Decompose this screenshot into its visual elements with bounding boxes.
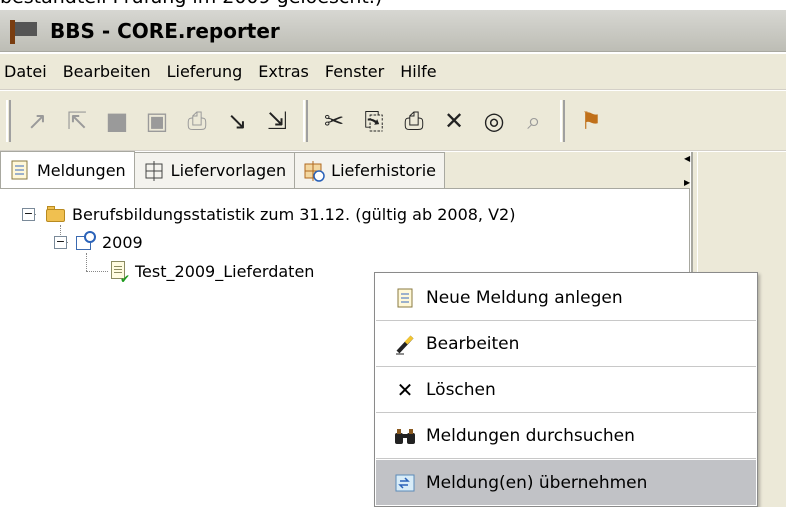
- toolbar-separator-2: [560, 99, 565, 142]
- tree-node-root[interactable]: − Berufsbildungsstatistik zum 31.12. (gü…: [22, 200, 515, 228]
- new-document-icon: [392, 285, 418, 311]
- document-check-icon: ✔: [108, 260, 130, 286]
- menu-extras[interactable]: Extras: [252, 62, 319, 81]
- tree-node-item[interactable]: ✔ Test_2009_Lieferdaten: [108, 257, 315, 286]
- context-menu: Neue Meldung anlegen Bearbeiten ✕ Lösche…: [374, 272, 758, 507]
- menu-item-loeschen[interactable]: ✕ Löschen: [376, 368, 756, 413]
- import-icon: [392, 470, 418, 496]
- menu-lieferung[interactable]: Lieferung: [161, 62, 253, 81]
- binoculars-icon: [392, 423, 418, 449]
- paste-icon[interactable]: ⎙: [394, 101, 434, 141]
- tree-node-label: Berufsbildungsstatistik zum 31.12. (gült…: [72, 204, 516, 224]
- tree-node-label: 2009: [102, 232, 143, 252]
- print-icon[interactable]: ⎙: [177, 101, 217, 141]
- menu-item-uebernehmen[interactable]: Meldung(en) übernehmen: [376, 460, 756, 505]
- grid-icon: [143, 160, 165, 182]
- tree-node-label: Test_2009_Lieferdaten: [135, 261, 315, 281]
- menu-item-bearbeiten[interactable]: Bearbeiten: [376, 322, 756, 367]
- import-all-icon[interactable]: ⇲: [257, 101, 297, 141]
- copy-icon[interactable]: ⎘: [354, 101, 394, 141]
- folder-icon: [45, 203, 67, 225]
- save-icon[interactable]: ■: [97, 101, 137, 141]
- collapse-icon[interactable]: −: [22, 207, 35, 221]
- menu-bearbeiten[interactable]: Bearbeiten: [57, 62, 161, 81]
- menu-item-label: Meldung(en) übernehmen: [426, 472, 648, 493]
- menu-item-neue-meldung[interactable]: Neue Meldung anlegen: [376, 276, 756, 321]
- menu-item-label: Neue Meldung anlegen: [426, 288, 623, 308]
- cut-icon[interactable]: ✂: [314, 101, 354, 141]
- history-grid-icon: [303, 160, 325, 182]
- pen-icon: [392, 331, 418, 357]
- menubar: Datei Bearbeiten Lieferung Extras Fenste…: [0, 54, 786, 90]
- calendar-clock-icon: [75, 231, 97, 253]
- binoculars-icon[interactable]: ◎: [474, 101, 514, 141]
- tab-liefervorlagen[interactable]: Liefervorlagen: [133, 152, 296, 188]
- menu-item-durchsuchen[interactable]: Meldungen durchsuchen: [376, 414, 756, 459]
- tab-label: Meldungen: [37, 160, 126, 180]
- delete-icon[interactable]: ✕: [434, 101, 474, 141]
- menu-item-label: Löschen: [426, 380, 496, 400]
- flag-icon[interactable]: ⚑: [571, 101, 611, 141]
- toolbar: ↗ ⇱ ■ ▣ ⎙ ↘ ⇲ ✂ ⎘ ⎙ ✕ ◎ ⌕ ⚑: [0, 91, 786, 151]
- menu-hilfe[interactable]: Hilfe: [394, 62, 446, 81]
- window-title: BBS - CORE.reporter: [50, 18, 280, 43]
- view-tabs: Meldungen Liefervorlagen Lieferhistorie: [0, 151, 690, 189]
- tab-label: Liefervorlagen: [170, 161, 287, 180]
- top-caption: bestandteil Prüfung im 2009 geloescht.): [0, 0, 786, 10]
- menu-datei[interactable]: Datei: [0, 62, 57, 81]
- tab-meldungen[interactable]: Meldungen: [0, 151, 135, 188]
- collapse-icon[interactable]: −: [54, 235, 67, 249]
- import-icon[interactable]: ↘: [217, 101, 257, 141]
- export-icon[interactable]: ↗: [17, 101, 57, 141]
- save-all-icon[interactable]: ▣: [137, 101, 177, 141]
- toolbar-separator: [303, 99, 308, 142]
- menu-item-label: Meldungen durchsuchen: [426, 426, 635, 446]
- toolbar-grip[interactable]: [6, 99, 11, 142]
- tree-node-year[interactable]: − 2009: [54, 228, 143, 256]
- menu-fenster[interactable]: Fenster: [319, 62, 394, 81]
- tab-label: Lieferhistorie: [331, 161, 436, 180]
- magnifier-icon[interactable]: ⌕: [514, 101, 554, 141]
- window-titlebar: BBS - CORE.reporter: [0, 10, 786, 52]
- delete-x-icon: ✕: [396, 378, 414, 402]
- menu-item-label: Bearbeiten: [426, 334, 520, 354]
- app-flag-icon: [8, 18, 42, 44]
- document-list-icon: [9, 159, 31, 181]
- export-all-icon[interactable]: ⇱: [57, 101, 97, 141]
- tab-lieferhistorie[interactable]: Lieferhistorie: [294, 152, 445, 188]
